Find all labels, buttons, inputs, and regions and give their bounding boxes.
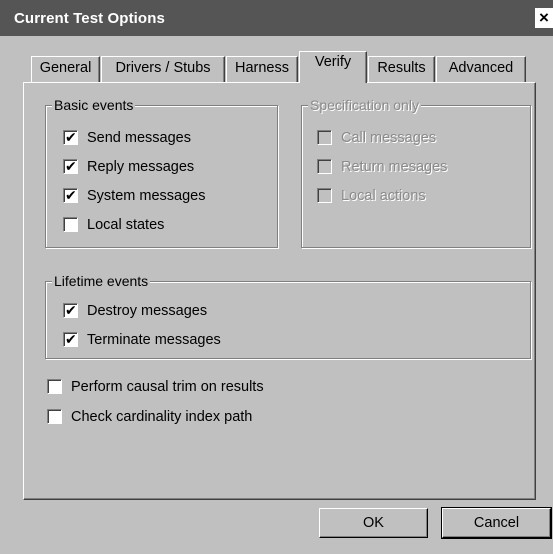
tab-label: Drivers / Stubs	[115, 60, 211, 76]
checkbox-box: ✔	[63, 302, 78, 318]
checkbox-box	[317, 130, 332, 145]
tab-general[interactable]: General	[31, 56, 100, 82]
checkbox-label: Call messages	[341, 130, 437, 146]
lifetime-events-label: Lifetime events	[52, 272, 151, 290]
checkbox-box	[317, 188, 332, 203]
checkbox-label: System messages	[87, 188, 206, 204]
dialog-title: Current Test Options	[14, 10, 165, 27]
check-icon: ✔	[65, 158, 77, 174]
checkbox-label: Terminate messages	[87, 332, 221, 348]
checkbox-box	[47, 409, 62, 424]
close-icon[interactable]: ×	[535, 8, 553, 28]
checkbox-label: Local states	[87, 217, 165, 233]
basic-events-group: Basic events ✔ Send messages ✔ Reply mes…	[45, 96, 278, 248]
tab-label: Harness	[235, 60, 289, 76]
tab-label: Verify	[314, 54, 352, 70]
checkbox-label: Perform causal trim on results	[71, 379, 264, 395]
checkbox-label: Return mesages	[341, 159, 448, 175]
checkbox-label: Local actions	[341, 188, 426, 204]
checkbox-box	[317, 159, 332, 174]
tab-advanced[interactable]: Advanced	[436, 56, 526, 82]
check-icon: ✔	[65, 187, 77, 203]
tab-verify[interactable]: Verify	[299, 51, 367, 83]
verify-tab-panel: Basic events ✔ Send messages ✔ Reply mes…	[23, 82, 536, 500]
basic-events-label: Basic events	[52, 96, 136, 114]
checkbox-box: ✔	[63, 331, 78, 347]
checkbox-label: Reply messages	[87, 159, 195, 175]
tab-results[interactable]: Results	[368, 56, 435, 82]
lifetime-events-group: Lifetime events ✔ Destroy messages ✔ Ter…	[45, 272, 531, 359]
check-icon: ✔	[65, 302, 77, 318]
check-icon: ✔	[65, 331, 77, 347]
cancel-button[interactable]: Cancel	[441, 507, 552, 539]
specification-only-group: Specification only Call messages Return …	[301, 96, 531, 248]
checkbox-box	[47, 379, 62, 394]
tab-harness[interactable]: Harness	[226, 56, 298, 82]
checkbox-box	[63, 217, 78, 232]
tab-label: Results	[377, 60, 426, 76]
checkbox-box: ✔	[63, 129, 78, 145]
checkbox-box: ✔	[63, 158, 78, 174]
tab-drivers-stubs[interactable]: Drivers / Stubs	[101, 56, 225, 82]
ok-button[interactable]: OK	[319, 508, 428, 538]
checkbox-label: Check cardinality index path	[71, 409, 253, 425]
checkbox-box: ✔	[63, 187, 78, 203]
check-icon: ✔	[65, 129, 77, 145]
checkbox-label: Send messages	[87, 130, 191, 146]
tab-label: Advanced	[448, 60, 514, 76]
tab-label: General	[39, 60, 92, 76]
specification-only-label: Specification only	[308, 96, 421, 114]
title-bar: Current Test Options ×	[0, 0, 553, 36]
checkbox-label: Destroy messages	[87, 303, 208, 319]
